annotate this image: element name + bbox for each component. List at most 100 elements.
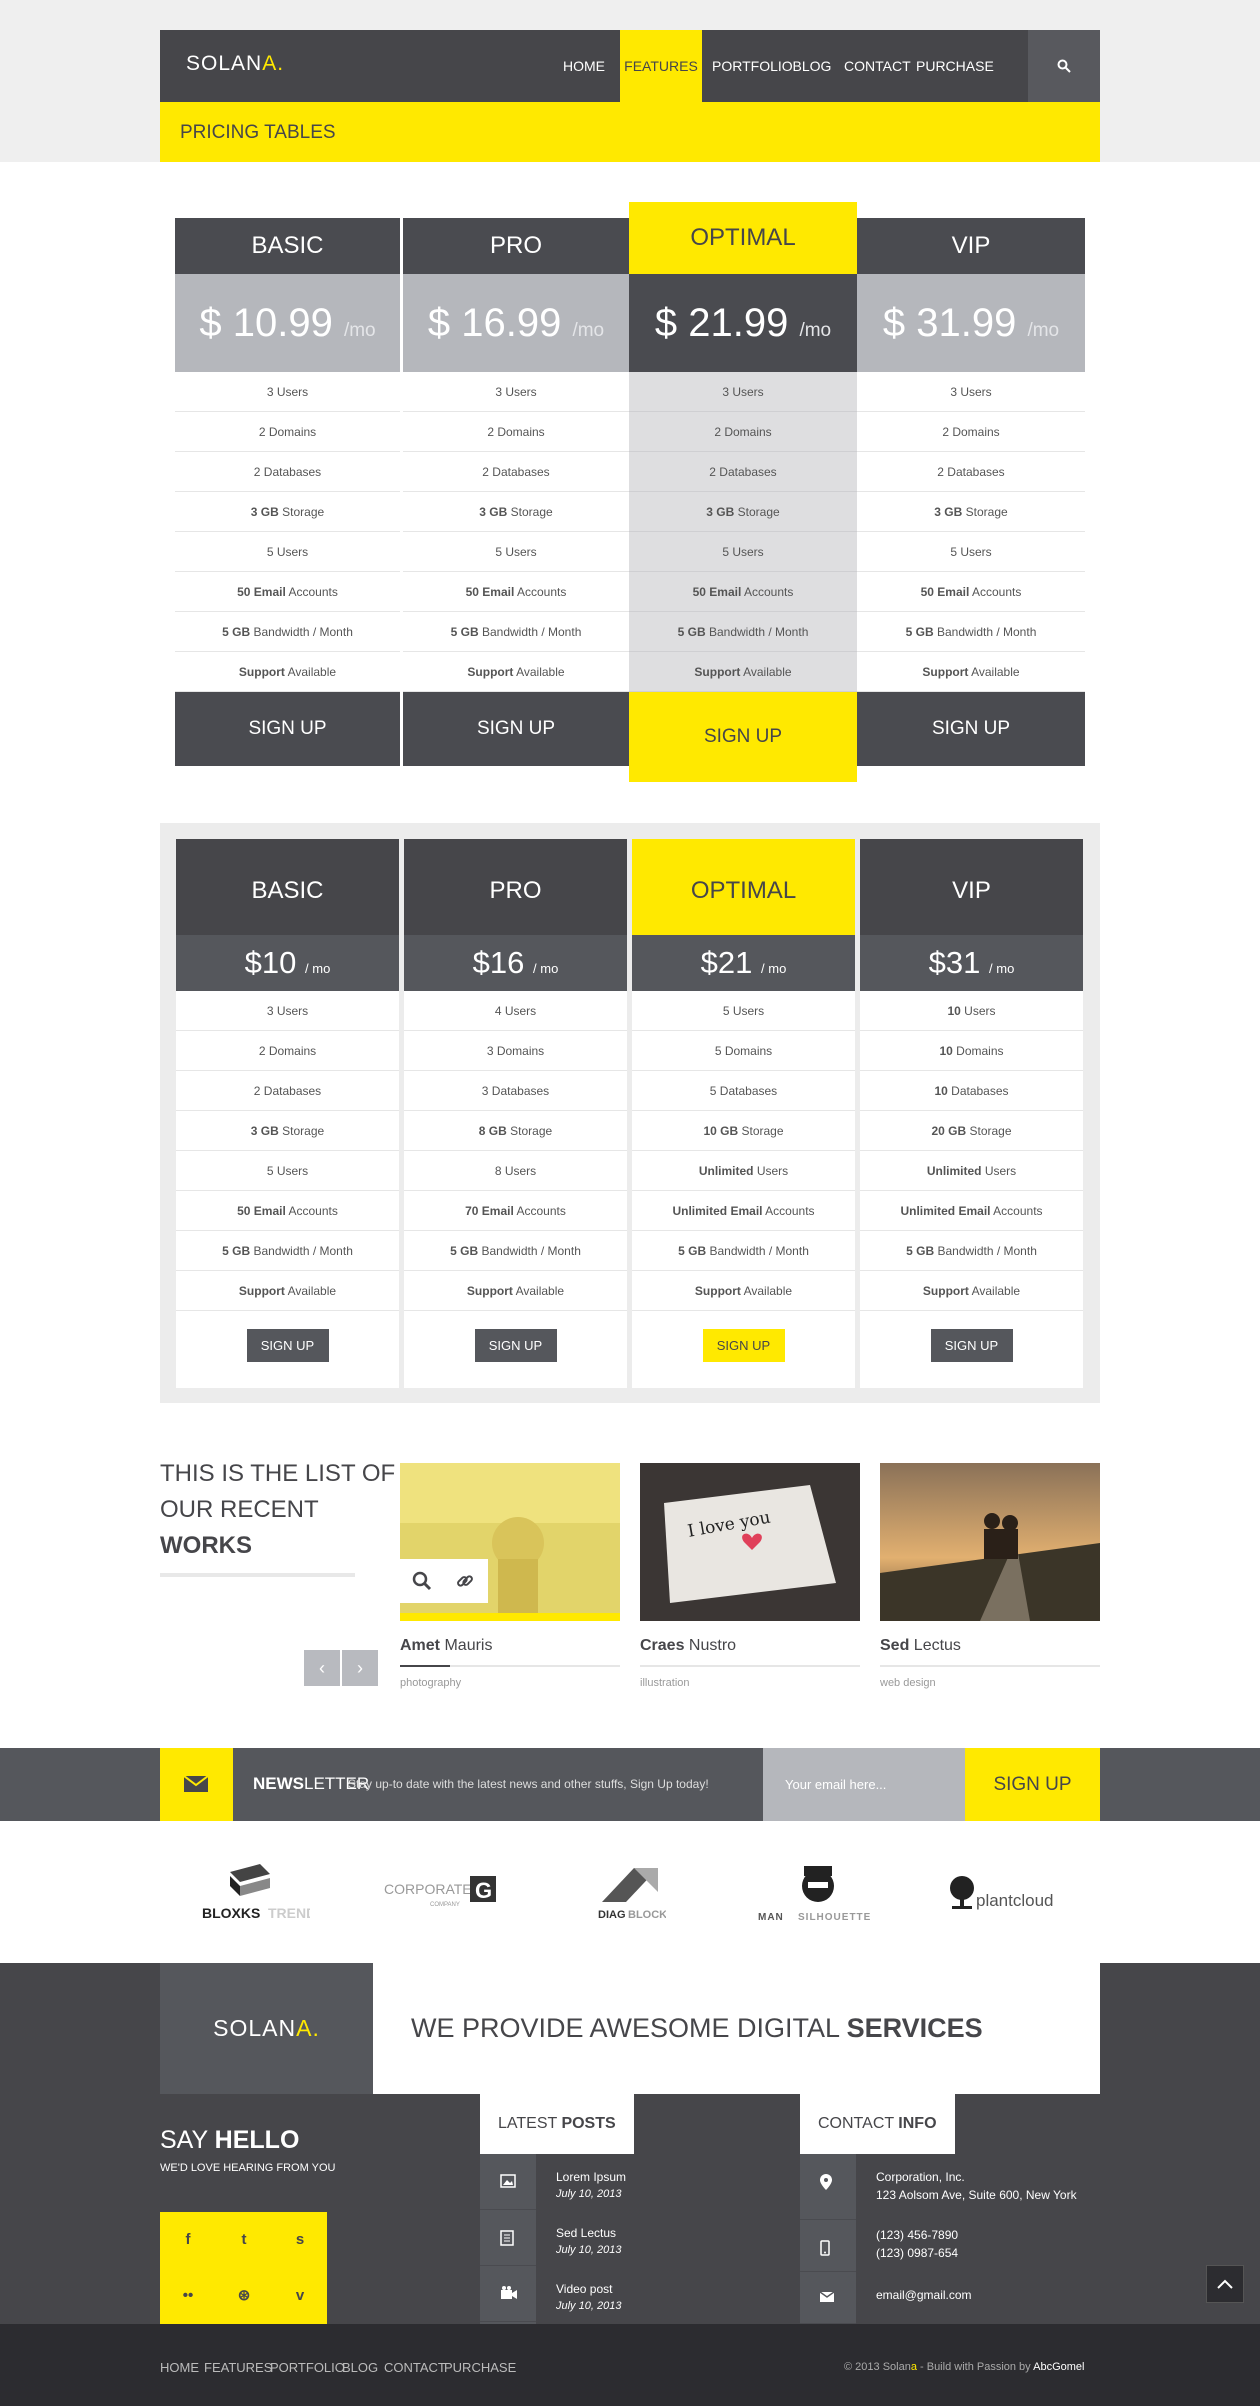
plan-feature: 5 GB Bandwidth / Month (857, 612, 1085, 652)
skype-icon[interactable]: s (272, 2212, 328, 2268)
plan-feature: 70 Email Accounts (404, 1191, 627, 1231)
nav-contact[interactable]: CONTACT (844, 30, 911, 102)
bottom-nav-portfolio[interactable]: PORTFOLIO (270, 2360, 345, 2375)
video-icon (501, 2286, 517, 2299)
footer-tagline: WE PROVIDE AWESOME DIGITAL SERVICES (373, 1963, 1100, 2094)
pricing-plan-vip: VIP $ 31.99 /mo 3 Users 2 Domains 2 Database… (857, 218, 1085, 766)
work-item[interactable]: Amet Mauris photography (400, 1463, 620, 1689)
plan-feature: 5 Databases (632, 1071, 855, 1111)
signup-button[interactable]: SIGN UP (857, 692, 1085, 766)
nav-features[interactable]: FEATURES (620, 30, 702, 102)
svg-text:DIAG: DIAG (598, 1909, 626, 1921)
mail-icon (820, 2292, 834, 2302)
plan-feature: 3 GB Storage (629, 492, 857, 532)
nav-home[interactable]: HOME (560, 30, 608, 102)
signup-button[interactable]: SIGN UP (629, 692, 857, 782)
signup-button[interactable]: SIGN UP (474, 1329, 557, 1362)
plan-feature: 20 GB Storage (860, 1111, 1083, 1151)
plan-name: VIP (860, 839, 1083, 935)
signup-button[interactable]: SIGN UP (175, 692, 400, 766)
plan-name: PRO (403, 218, 629, 274)
flickr-icon[interactable]: •• (160, 2268, 216, 2324)
svg-text:SILHOUETTE: SILHOUETTE (798, 1912, 871, 1923)
copyright: © 2013 Solana - Build with Passion by Ab… (844, 2361, 1085, 2373)
dribbble-icon[interactable]: ⊛ (216, 2268, 272, 2324)
latest-post-item[interactable]: Lorem Ipsum July 10, 2013 (556, 2170, 626, 2200)
work-image-amet[interactable] (400, 1463, 620, 1621)
work-separator (640, 1665, 860, 1667)
work-image-craes[interactable]: I love you (640, 1463, 860, 1621)
say-hello-subtitle: WE'D LOVE HEARING FROM YOU (160, 2162, 336, 2174)
plan-feature: 3 Databases (404, 1071, 627, 1111)
work-title[interactable]: Amet Mauris (400, 1637, 620, 1655)
newsletter-signup-button[interactable]: SIGN UP (965, 1748, 1100, 1821)
plan-feature: 3 Users (175, 372, 400, 412)
client-logo-bloxks[interactable]: BLOXKS TREND (200, 1862, 316, 1924)
nav-portfolio[interactable]: PORTFOLIO (712, 30, 793, 102)
contact-row-icon (800, 2154, 856, 2220)
plan-feature: 5 GB Bandwidth / Month (860, 1231, 1083, 1271)
vimeo-icon[interactable]: v (272, 2268, 328, 2324)
plan-feature: 2 Databases (857, 452, 1085, 492)
nav-blog[interactable]: BLOG (792, 30, 832, 102)
works-title-line3: WORKS (160, 1532, 252, 1559)
plan-feature: 3 Users (857, 372, 1085, 412)
nav-purchase[interactable]: PURCHASE (916, 30, 994, 102)
works-prev-button[interactable]: ‹ (304, 1650, 340, 1686)
logo[interactable]: SOLANA. (186, 52, 284, 76)
bottom-nav-features[interactable]: FEATURES (204, 2360, 272, 2375)
plan-feature: 5 Domains (632, 1031, 855, 1071)
bottom-nav-home[interactable]: HOME (160, 2360, 199, 2375)
bottom-nav-contact[interactable]: CONTACT (384, 2360, 446, 2375)
bottom-nav-blog[interactable]: BLOG (342, 2360, 378, 2375)
facebook-icon[interactable]: f (160, 2212, 216, 2268)
plan-feature: 5 GB Bandwidth / Month (632, 1231, 855, 1271)
plan-feature: 5 Users (175, 532, 400, 572)
plan-feature: 3 Users (176, 991, 399, 1031)
plan-feature: Support Available (175, 652, 400, 692)
back-to-top-button[interactable] (1206, 2265, 1244, 2303)
work-item[interactable]: Sed Lectus web design (880, 1463, 1100, 1689)
bottom-nav-purchase[interactable]: PURCHASE (444, 2360, 516, 2375)
zoom-icon[interactable] (412, 1571, 432, 1591)
plan-feature: 50 Email Accounts (403, 572, 629, 612)
client-logo-plantcloud[interactable]: plantcloud (946, 1862, 1070, 1924)
plan-price: $31 / mo (860, 935, 1083, 991)
works-title-line2: OUR RECENT (160, 1496, 319, 1523)
plan-price: $ 10.99 /mo (175, 274, 400, 372)
search-button[interactable] (1028, 30, 1100, 102)
works-next-button[interactable]: › (342, 1650, 378, 1686)
plan-feature: 10 GB Storage (632, 1111, 855, 1151)
plan-name: VIP (857, 218, 1085, 274)
plan-feature: 2 Databases (403, 452, 629, 492)
plan-feature: Support Available (176, 1271, 399, 1311)
latest-post-item[interactable]: Video post July 10, 2013 (556, 2282, 621, 2312)
twitter-icon[interactable]: t (216, 2212, 272, 2268)
client-logo-corporate[interactable]: CORPORATE COMPANY G (382, 1862, 502, 1924)
contact-row-icon (800, 2272, 856, 2324)
plan-feature: 5 Users (176, 1151, 399, 1191)
plan-price: $ 21.99 /mo (629, 274, 857, 372)
work-title[interactable]: Sed Lectus (880, 1637, 1100, 1655)
link-icon[interactable] (454, 1570, 476, 1592)
pricing-table-2: BASIC $10 / mo 3 Users 2 Domains 2 Databases… (160, 823, 1100, 1403)
signup-button[interactable]: SIGN UP (930, 1329, 1013, 1362)
client-logo-mansilhouette[interactable]: MAN SILHOUETTE (756, 1862, 880, 1924)
work-image-sed[interactable] (880, 1463, 1100, 1621)
latest-post-item[interactable]: Sed Lectus July 10, 2013 (556, 2226, 621, 2256)
work-item[interactable]: I love you Craes Nustro illustration (640, 1463, 860, 1689)
signup-button[interactable]: SIGN UP (246, 1329, 329, 1362)
signup-button[interactable]: SIGN UP (403, 692, 629, 766)
latest-posts-heading: LATEST POSTS (480, 2094, 634, 2154)
client-logo-diagblock[interactable]: DIAG BLOCK (596, 1862, 667, 1924)
plan-name: OPTIMAL (632, 839, 855, 935)
plan-feature: 3 GB Storage (403, 492, 629, 532)
newsletter-email-input[interactable]: Your email here... (763, 1748, 965, 1821)
contact-email[interactable]: email@gmail.com (876, 2286, 972, 2304)
pricing-plan-vip: VIP $31 / mo 10 Users 10 Domains 10 Database… (860, 839, 1083, 1388)
plan-name: PRO (404, 839, 627, 935)
footer-logo[interactable]: SOLANA. (160, 1963, 373, 2094)
work-title[interactable]: Craes Nustro (640, 1637, 860, 1655)
signup-button[interactable]: SIGN UP (702, 1329, 785, 1362)
plan-feature: Support Available (403, 652, 629, 692)
